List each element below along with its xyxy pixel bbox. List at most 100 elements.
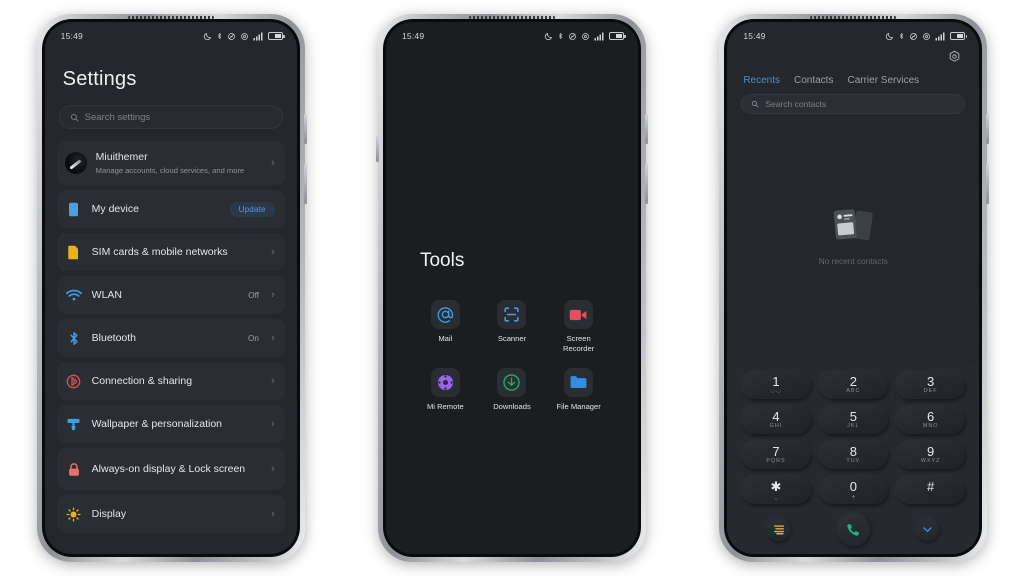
volume-button[interactable]: [644, 114, 648, 144]
dnd-icon: [910, 32, 918, 40]
key-8[interactable]: 8 TUV: [818, 441, 888, 469]
settings-row-label: SIM cards & mobile networks: [91, 245, 228, 258]
settings-row-my-device[interactable]: My device Update: [56, 190, 285, 228]
chevron-right-icon: ›: [270, 288, 275, 301]
app-label: Screen Recorder: [563, 334, 595, 353]
assistant-button[interactable]: [375, 136, 379, 162]
key-star[interactable]: ✱,: [741, 476, 811, 504]
settings-row-label: Miuithemer: [95, 150, 148, 163]
folder-title[interactable]: Tools: [420, 250, 464, 272]
dialer-menu-button[interactable]: [767, 518, 791, 541]
search-contacts-input[interactable]: Search contacts: [741, 94, 966, 114]
key-3[interactable]: 3 DEF: [895, 371, 966, 399]
device-icon: [65, 200, 83, 218]
mi-remote-icon: [430, 367, 460, 397]
empty-state: No recent contacts: [727, 116, 979, 361]
signal-icon: [253, 32, 263, 40]
key-hash[interactable]: #: [895, 476, 966, 504]
settings-row-label: Display: [91, 507, 127, 520]
app-downloads[interactable]: Downloads: [479, 367, 546, 412]
status-bar: 15:49: [727, 22, 979, 46]
settings-row-label: Always-on display & Lock screen: [91, 462, 246, 475]
power-button[interactable]: [986, 164, 990, 204]
app-mail[interactable]: Mail: [412, 300, 479, 354]
key-5[interactable]: 5 JKL: [818, 406, 888, 434]
search-settings-input[interactable]: Search settings: [58, 105, 283, 129]
bluetooth-icon: [558, 33, 563, 39]
settings-row-label: Wallpaper & personalization: [91, 417, 223, 430]
app-screen-recorder[interactable]: Screen Recorder: [545, 300, 612, 354]
volume-button[interactable]: [986, 114, 990, 144]
sim-icon: [65, 243, 83, 261]
status-bar: 15:49: [386, 22, 638, 46]
app-mi-remote[interactable]: Mi Remote: [412, 367, 479, 412]
app-label: Mi Remote: [426, 401, 464, 411]
battery-icon: [608, 32, 626, 40]
key-9[interactable]: 9 WXYZ: [895, 441, 966, 469]
hide-keypad-button[interactable]: [916, 518, 940, 541]
chevron-right-icon: ›: [270, 156, 275, 169]
update-badge[interactable]: Update: [229, 201, 275, 217]
dialer-header: Recents Contacts Carrier Services Search…: [727, 46, 979, 116]
settings-row-display[interactable]: Display ›: [56, 495, 285, 533]
settings-row-account[interactable]: Miuithemer Manage accounts, cloud servic…: [56, 141, 285, 185]
chevron-right-icon: ›: [270, 374, 275, 387]
tab-contacts[interactable]: Contacts: [794, 75, 833, 86]
settings-row-bluetooth[interactable]: Bluetooth On ›: [56, 319, 285, 357]
key-4[interactable]: 4 GHI: [741, 406, 811, 434]
chevron-right-icon: ›: [270, 245, 275, 258]
app-label: Mail: [438, 334, 453, 343]
wallpaper-icon: [65, 415, 83, 433]
tab-carrier-services[interactable]: Carrier Services: [847, 75, 919, 86]
volume-button[interactable]: [303, 114, 307, 144]
bluetooth-icon: [900, 33, 904, 39]
app-scanner[interactable]: Scanner: [479, 300, 546, 354]
power-button[interactable]: [644, 164, 648, 204]
bluetooth-icon: [217, 33, 221, 39]
settings-row-sub: Manage accounts, cloud services, and mor…: [95, 165, 245, 175]
dialer-actions: [741, 513, 965, 546]
key-7[interactable]: 7 PQRS: [741, 441, 811, 469]
settings-row-wlan[interactable]: WLAN Off ›: [56, 276, 285, 314]
settings-row-sim-cards[interactable]: SIM cards & mobile networks ›: [56, 233, 285, 271]
signal-icon: [935, 32, 945, 40]
settings-row: [741, 46, 965, 70]
dnd-icon: [569, 32, 576, 40]
tools-folder: 15:49 Tools Mail Scanner Screen Recorder…: [385, 22, 638, 554]
tab-recents[interactable]: Recents: [743, 75, 780, 86]
settings-row-wallpaper[interactable]: Wallpaper & personalization ›: [56, 405, 285, 443]
settings-row-connection-sharing[interactable]: Connection & sharing ›: [56, 362, 285, 400]
search-placeholder: Search contacts: [765, 99, 827, 109]
page-title: Settings: [62, 68, 137, 90]
power-button[interactable]: [303, 164, 307, 204]
call-button[interactable]: [836, 513, 870, 546]
key-6[interactable]: 6 MNO: [895, 406, 966, 434]
battery-icon: [950, 32, 968, 40]
moon-icon: [203, 32, 211, 40]
screen-recorder-icon: [564, 300, 594, 329]
key-0[interactable]: 0 +: [818, 476, 888, 504]
status-icons: [203, 31, 285, 41]
hex-gear-icon[interactable]: [948, 50, 961, 68]
app-file-manager[interactable]: File Manager: [545, 367, 612, 412]
key-2[interactable]: 2 ABC: [818, 371, 888, 399]
key-1[interactable]: 1 ◡◡: [741, 371, 811, 399]
moon-icon: [544, 32, 553, 40]
settings-row-aod-lock-screen[interactable]: Always-on display & Lock screen ›: [56, 448, 285, 490]
contact-cards-icon: [834, 209, 874, 241]
account-avatar: [64, 152, 87, 174]
alarm-icon: [240, 32, 248, 40]
moon-icon: [886, 32, 894, 40]
bluetooth-icon: [65, 329, 83, 347]
phone-device-folder: 15:49 Tools Mail Scanner Screen Recorder…: [375, 14, 648, 562]
app-label: Scanner: [497, 334, 527, 343]
status-bar: 15:49: [45, 22, 297, 46]
phone-device-dialer: 15:49 Recents Contacts Carrier Services …: [719, 14, 990, 562]
status-time: 15:49: [60, 31, 83, 41]
search-icon: [752, 100, 759, 108]
scanner-icon: [497, 300, 527, 329]
app-label: Downloads: [493, 401, 531, 411]
connection-sharing-icon: [65, 372, 83, 390]
chevron-right-icon: ›: [270, 331, 275, 344]
signal-icon: [594, 32, 604, 40]
